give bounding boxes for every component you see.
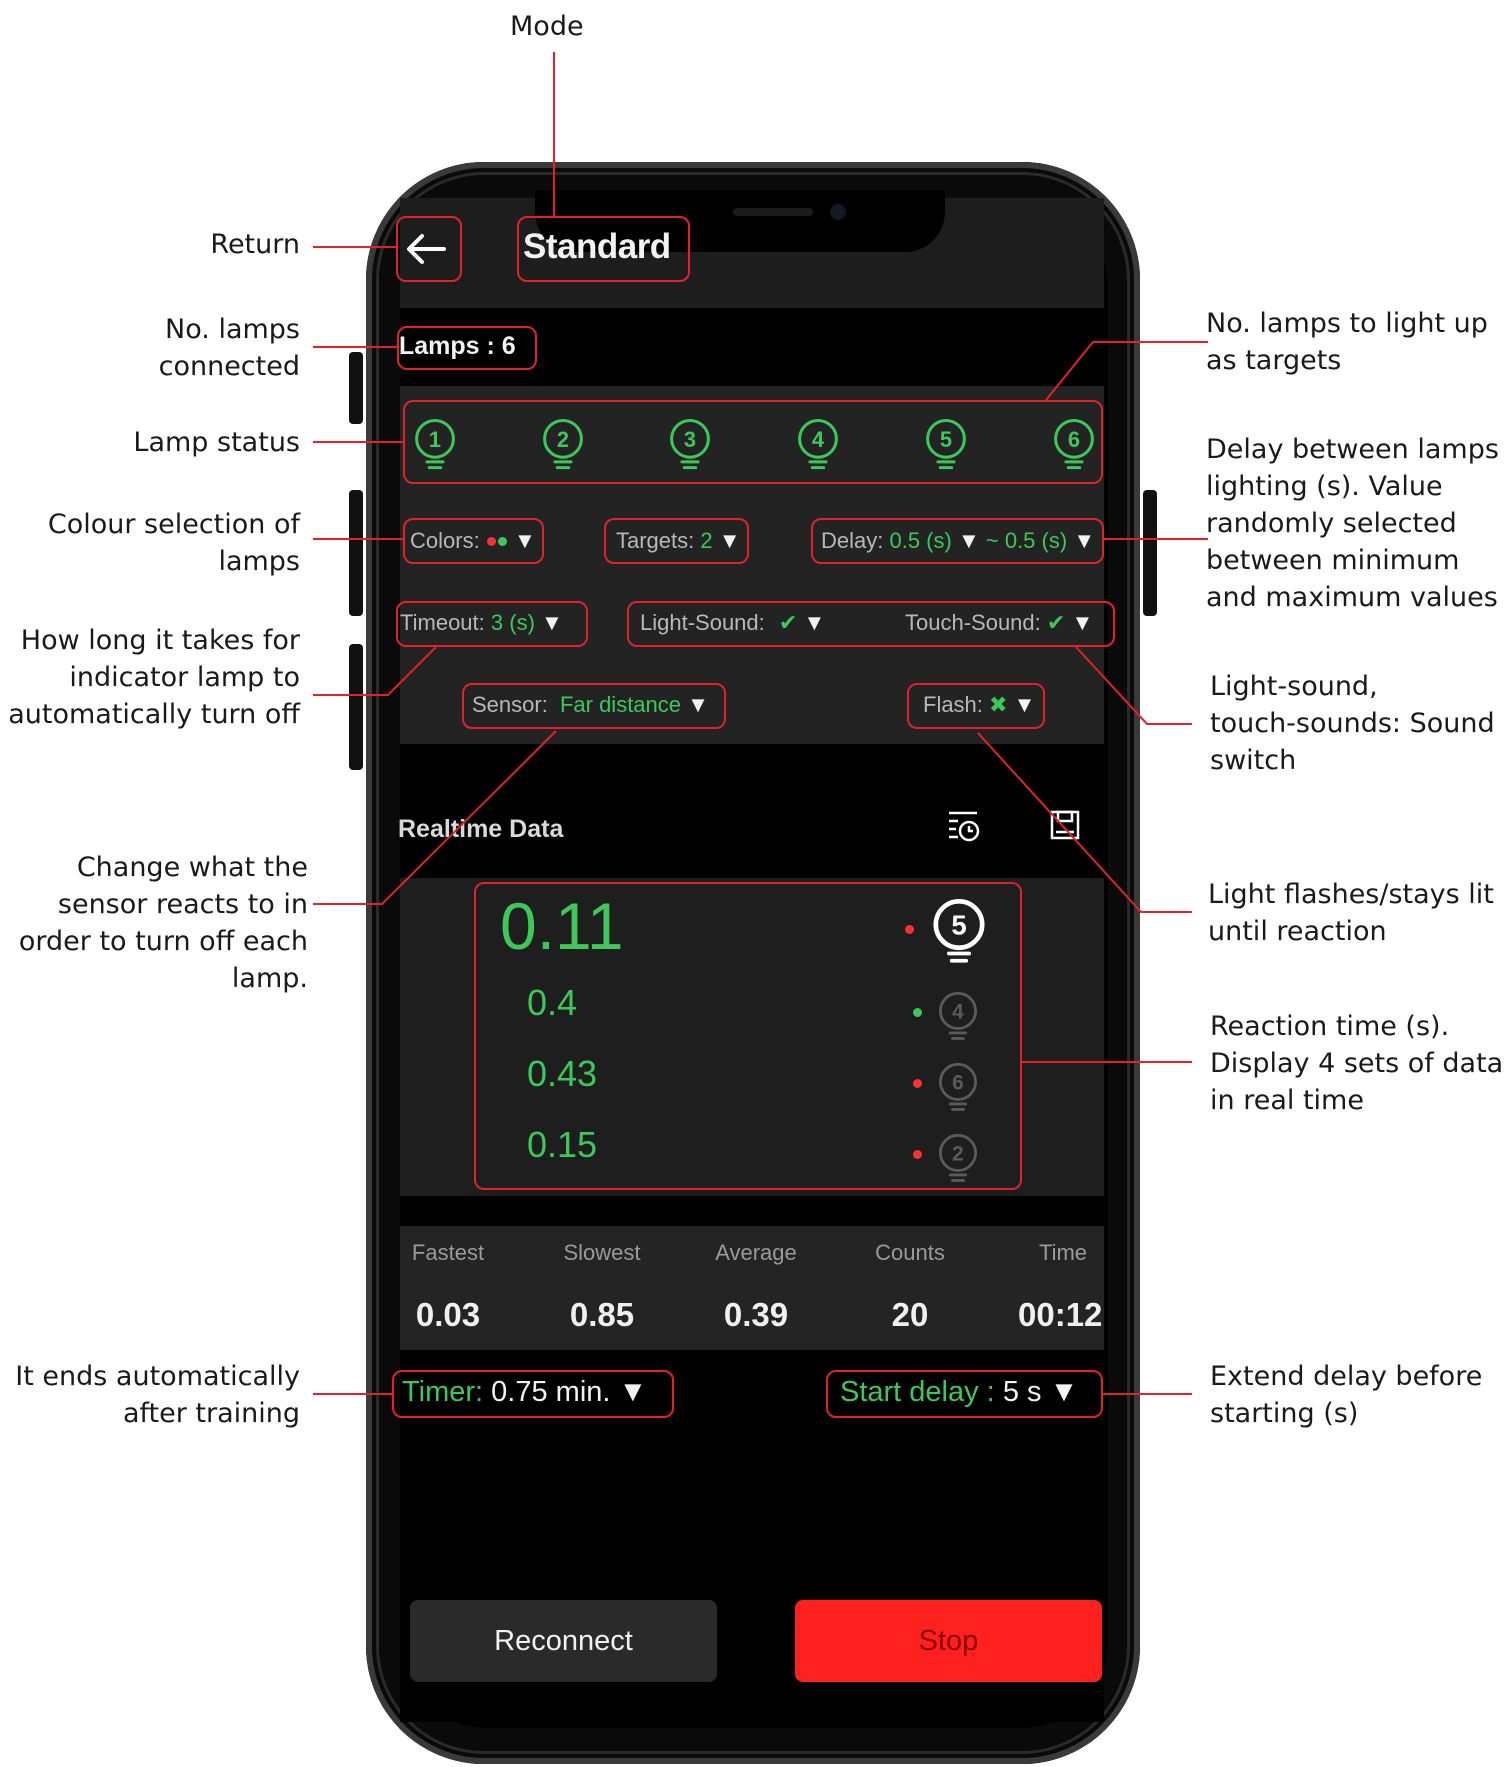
annotation-delay: Delay between lamps lighting (s). Value ra…	[1206, 434, 1499, 613]
annotation-mode: Mode	[510, 11, 584, 42]
annotation-reaction: Reaction time (s). Display 4 sets of data…	[1210, 1011, 1504, 1116]
annotation-return: Return	[210, 229, 300, 260]
annotation-timer: It ends automatically after training	[15, 1361, 300, 1429]
annotation-sounds: Light-sound, touch-sounds: Sound switch	[1210, 671, 1495, 776]
annotation-sensor: Change what the sensor reacts to in order …	[18, 852, 308, 994]
annotation-colour-selection: Colour selection of lamps	[47, 509, 300, 577]
annotation-timeout: How long it takes for indicator lamp to au…	[8, 625, 300, 730]
annotation-lamps-connected: No. lamps connected	[158, 314, 300, 382]
annotation-lamp-status: Lamp status	[133, 427, 300, 458]
annotation-flash: Light flashes/stays lit until reaction	[1208, 879, 1494, 947]
annotation-start-delay: Extend delay before starting (s)	[1210, 1361, 1483, 1429]
annotation-targets: No. lamps to light up as targets	[1206, 308, 1488, 376]
